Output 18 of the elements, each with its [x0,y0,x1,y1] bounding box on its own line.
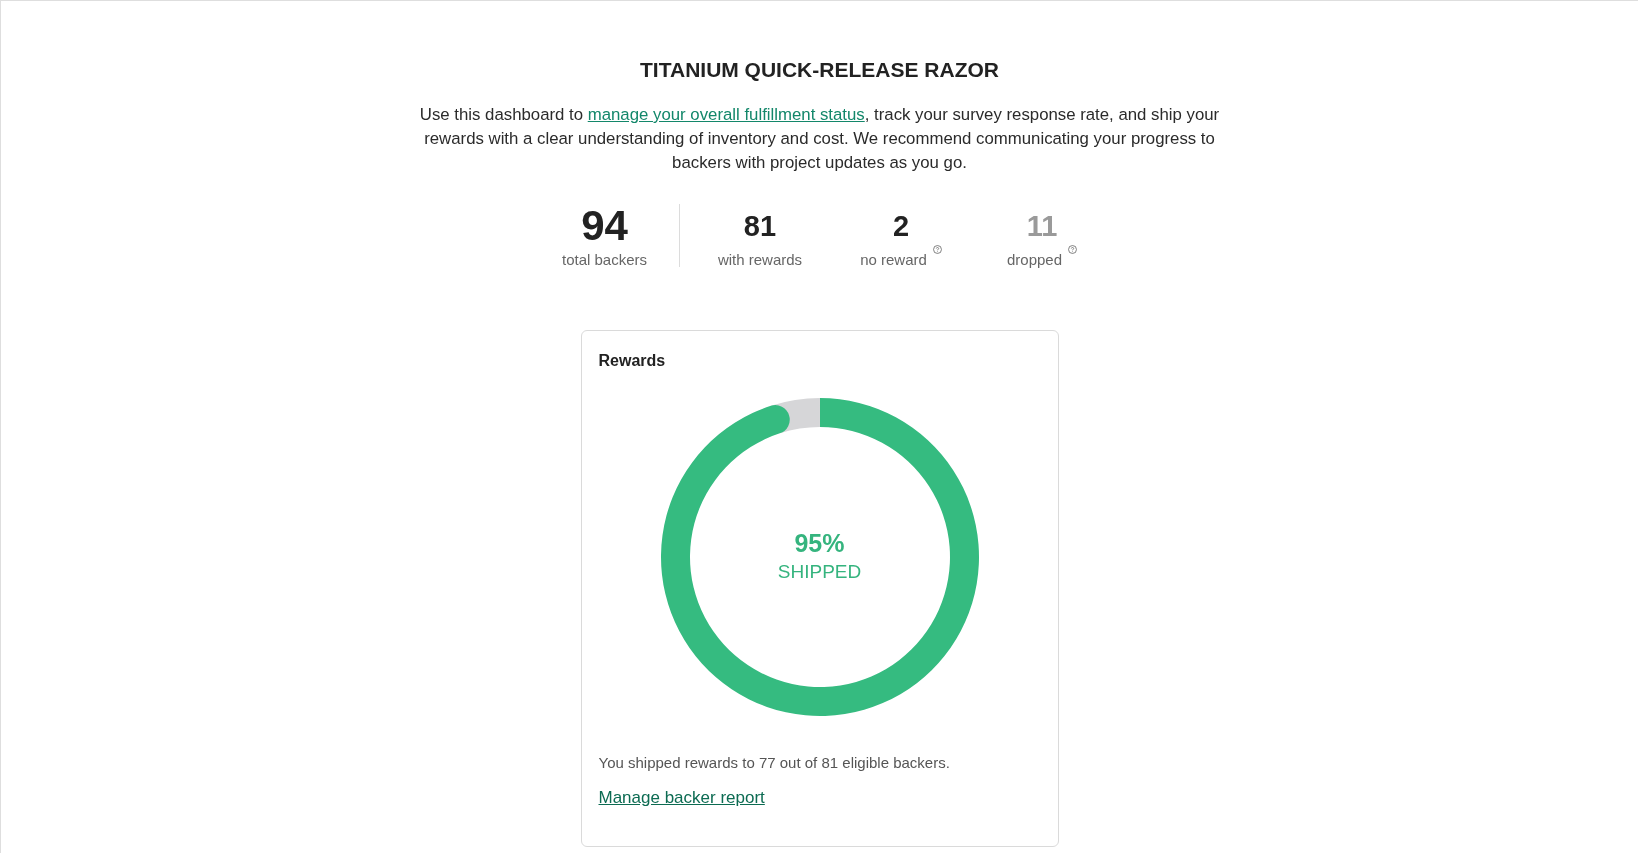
stat-label: no reward [860,250,927,270]
stat-label: total backers [561,250,647,270]
stat-value: 94 [581,204,628,248]
card-title: Rewards [598,351,666,371]
page-title: TITANIUM QUICK-RELEASE RAZOR [640,57,999,83]
fulfillment-status-link[interactable]: manage your overall fulfillment status [587,105,865,124]
question-circle-icon[interactable] [1068,245,1078,254]
stat-label: dropped [1006,250,1063,270]
stat-value: 11 [1026,209,1058,244]
stat-label: with rewards [717,250,803,270]
question-circle-icon[interactable] [932,245,942,254]
stat-value: 81 [743,209,777,244]
shipped-summary: You shipped rewards to 77 out of 81 eligible backers. [598,753,950,773]
intro-paragraph: Use this dashboard to manage your overall fulfillment status, track your survey response rate, and ship your rewards with a clear understanding of inventory and cost. We recommend communicating your progress to backers with project updates as you go. [418,104,1221,174]
backer-report-link[interactable]: Manage backer report [598,786,765,810]
percent-value: 95% [794,528,845,557]
percent-label: SHIPPED [777,559,862,584]
stat-value: 2 [892,209,910,244]
